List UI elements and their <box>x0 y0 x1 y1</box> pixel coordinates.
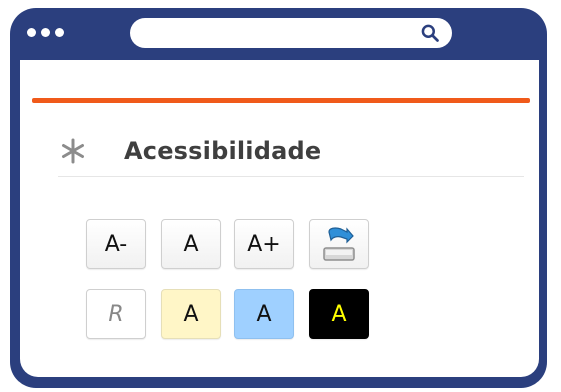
blue-contrast-button[interactable]: A <box>234 289 294 339</box>
asterisk-icon <box>62 138 84 164</box>
yellow-contrast-button[interactable]: A <box>161 289 221 339</box>
accessibility-header: Acessibilidade <box>60 131 321 171</box>
high-contrast-button[interactable]: A <box>309 289 369 339</box>
decrease-font-button[interactable]: A- <box>86 219 146 269</box>
increase-font-button[interactable]: A+ <box>234 219 294 269</box>
default-font-button[interactable]: A <box>161 219 221 269</box>
search-icon[interactable] <box>420 23 440 43</box>
section-title: Acessibilidade <box>124 137 322 165</box>
reset-contrast-button[interactable]: R <box>86 289 146 339</box>
save-preferences-button[interactable] <box>309 219 369 269</box>
browser-search-bar[interactable] <box>130 18 452 48</box>
window-dots <box>27 28 64 37</box>
window-dot <box>55 28 64 37</box>
window-dot <box>27 28 36 37</box>
download-to-tray-icon <box>323 227 355 261</box>
orange-accent-line <box>32 98 530 103</box>
window-dot <box>41 28 50 37</box>
section-divider <box>58 176 524 177</box>
